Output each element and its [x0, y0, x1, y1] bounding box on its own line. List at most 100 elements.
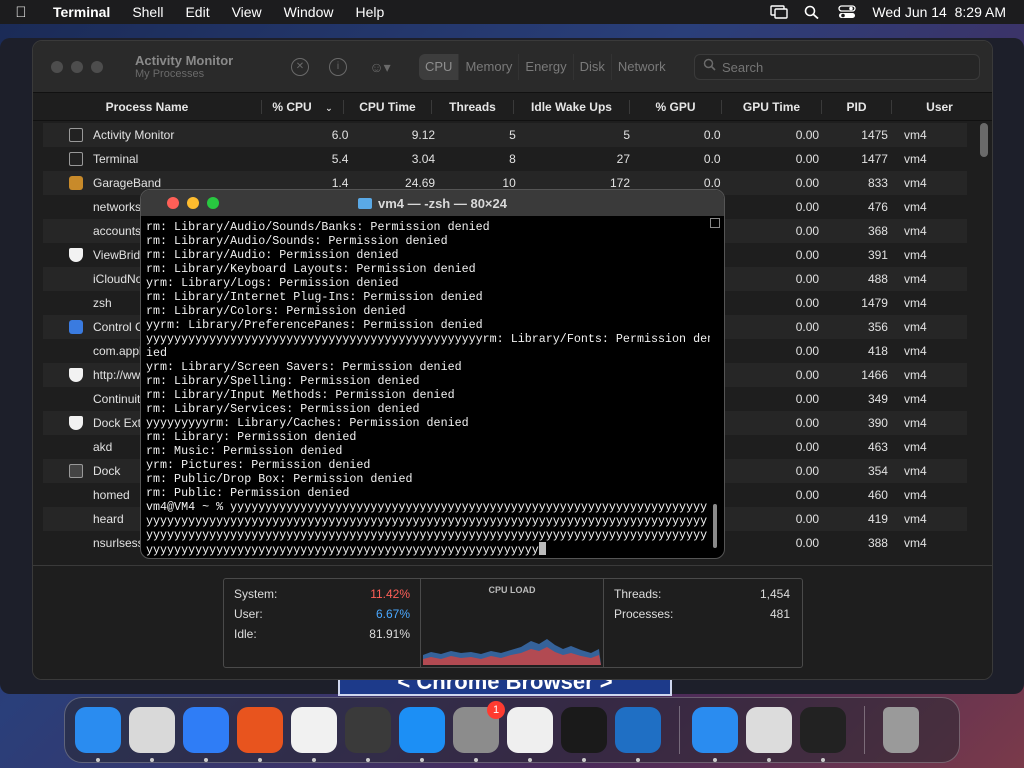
terminal-line: yyyyyyyyyyyyyyyyyyyyyyyyyyyyyyyyyyyyyyyy…	[146, 332, 710, 346]
idle-label: Idle:	[234, 627, 257, 641]
activity-monitor-icon	[69, 128, 83, 142]
firefox-icon[interactable]	[237, 707, 283, 762]
terminal-line: yrm: Pictures: Permission denied	[146, 458, 371, 472]
search-box	[694, 54, 980, 80]
process-name: iCloudNot	[93, 272, 146, 286]
table-scrollbar[interactable]	[980, 123, 988, 157]
terminal-line: rm: Library/Input Methods: Permission de…	[146, 388, 455, 402]
close-button[interactable]	[51, 60, 63, 73]
cpu-time-cell: 9.12	[411, 128, 436, 142]
terminal-title-bar[interactable]: vm4 — -zsh — 80×24	[141, 190, 724, 216]
cpu-usage-stats: System: 11.42% User: 6.67% Idle: 81.91%	[224, 579, 420, 667]
control-center-icon[interactable]	[838, 5, 857, 19]
terminal-line: rm: Library/Internet Plug-Ins: Permissio…	[146, 290, 483, 304]
column-idle-wake-ups[interactable]: Idle Wake Ups	[513, 99, 629, 114]
pid-cell: 1466	[861, 368, 888, 382]
safari-icon[interactable]	[183, 707, 229, 762]
terminal-scrollbar[interactable]	[709, 218, 721, 556]
table-row[interactable]: Terminal 5.4 3.04 8 27 0.0 0.00 1477 vm4	[43, 147, 967, 171]
pid-cell: 391	[867, 248, 888, 262]
trash-icon[interactable]	[883, 707, 919, 753]
finder-icon[interactable]	[75, 707, 121, 762]
menu-shell[interactable]: Shell	[121, 4, 174, 20]
user-cell: vm4	[903, 152, 927, 166]
app-store-icon[interactable]	[399, 707, 445, 762]
terminal-line: yyrm: Library/PreferencePanes: Permissio…	[146, 318, 483, 332]
garageband-icon[interactable]	[345, 707, 391, 762]
screen-mirroring-icon[interactable]	[770, 5, 789, 19]
terminal-cursor	[538, 542, 546, 555]
disk-utility-icon[interactable]	[746, 707, 792, 762]
tab-energy[interactable]: Energy	[519, 54, 574, 80]
running-indicator	[767, 758, 771, 762]
terminal-scroll-thumb[interactable]	[713, 504, 717, 548]
search-input[interactable]	[722, 59, 962, 75]
column-gpu-percent[interactable]: % GPU	[629, 99, 721, 114]
user-label: User:	[234, 607, 263, 621]
terminal-icon[interactable]	[561, 707, 607, 762]
shield-icon	[69, 368, 83, 382]
terminal-line: rm: Library/Keyboard Layouts: Permission…	[146, 262, 476, 276]
minimize-button[interactable]	[71, 60, 83, 73]
more-actions-icon[interactable]: ☺▾	[367, 58, 393, 76]
activity-monitor-icon[interactable]	[800, 707, 846, 762]
processes-label: Processes:	[614, 607, 674, 621]
menu-clock[interactable]: Wed Jun 14 8:29 AM	[872, 4, 1006, 20]
terminal-minimize-button[interactable]	[187, 197, 199, 209]
menu-help[interactable]: Help	[344, 4, 395, 20]
process-name: http://ww1	[93, 368, 148, 382]
table-row[interactable]: Activity Monitor 6.0 9.12 5 5 0.0 0.00 1475 vm4	[43, 123, 967, 147]
column-pid[interactable]: PID	[821, 99, 891, 114]
zoom-button[interactable]	[91, 60, 103, 73]
user-cell: vm4	[903, 296, 927, 310]
launchpad-icon[interactable]	[129, 707, 175, 762]
user-cell: vm4	[903, 536, 927, 550]
column-user[interactable]: User	[891, 99, 987, 114]
user-cell: vm4	[903, 440, 927, 454]
info-icon[interactable]: i	[329, 58, 347, 76]
column-cpu-time[interactable]: CPU Time	[343, 99, 431, 114]
threads-cell: 8	[509, 152, 516, 166]
column-gpu-time[interactable]: GPU Time	[721, 99, 821, 114]
tab-cpu[interactable]: CPU	[419, 54, 460, 80]
gpu-time-cell: 0.00	[795, 320, 820, 334]
process-name: Activity Monitor	[93, 128, 175, 142]
apple-menu-icon[interactable]: 	[0, 4, 42, 21]
menu-edit[interactable]: Edit	[174, 4, 220, 20]
keynote-icon[interactable]	[692, 707, 738, 762]
idle-wake-ups-cell: 27	[616, 152, 630, 166]
pid-cell: 368	[867, 224, 888, 238]
vscode-icon[interactable]	[615, 707, 661, 762]
terminal-window[interactable]: vm4 — -zsh — 80×24 rm: Library/Audio/Sou…	[140, 189, 725, 559]
terminal-output[interactable]: rm: Library/Audio/Sounds/Banks: Permissi…	[146, 220, 710, 556]
terminal-line: yrm: Library/Screen Savers: Permission d…	[146, 360, 462, 374]
tab-memory[interactable]: Memory	[459, 54, 520, 80]
chrome-icon[interactable]	[291, 707, 337, 762]
spotlight-search-icon[interactable]	[804, 5, 822, 20]
menu-window[interactable]: Window	[273, 4, 345, 20]
cpu-stats: System: 11.42% User: 6.67% Idle: 81.91% CPU…	[223, 578, 803, 668]
table-header: Process Name % CPU ⌄ CPU Time Threads Id…	[33, 93, 992, 121]
column-process-name[interactable]: Process Name	[33, 100, 261, 114]
terminal-zoom-button[interactable]	[207, 197, 219, 209]
scroll-up-icon[interactable]	[710, 218, 720, 228]
menu-app-terminal[interactable]: Terminal	[42, 4, 121, 20]
tab-network[interactable]: Network	[612, 54, 672, 80]
terminal-line: rm: Library/Audio/Sounds: Permission den…	[146, 234, 448, 248]
menu-view[interactable]: View	[221, 4, 273, 20]
user-cell: vm4	[903, 344, 927, 358]
terminal-close-button[interactable]	[167, 197, 179, 209]
system-settings-icon[interactable]: 1	[453, 701, 505, 762]
column-cpu-percent[interactable]: % CPU ⌄	[261, 99, 343, 114]
stop-process-icon[interactable]: ✕	[291, 58, 309, 76]
pid-cell: 356	[867, 320, 888, 334]
threads-label: Threads:	[614, 587, 662, 601]
column-threads[interactable]: Threads	[431, 99, 513, 114]
terminal-title: vm4 — -zsh — 80×24	[378, 195, 507, 211]
user-cell: vm4	[903, 320, 927, 334]
process-name: Dock	[93, 464, 121, 478]
textedit-icon[interactable]	[507, 707, 553, 762]
tab-disk[interactable]: Disk	[574, 54, 612, 80]
blank-process-icon	[69, 392, 83, 406]
running-indicator	[312, 758, 316, 762]
